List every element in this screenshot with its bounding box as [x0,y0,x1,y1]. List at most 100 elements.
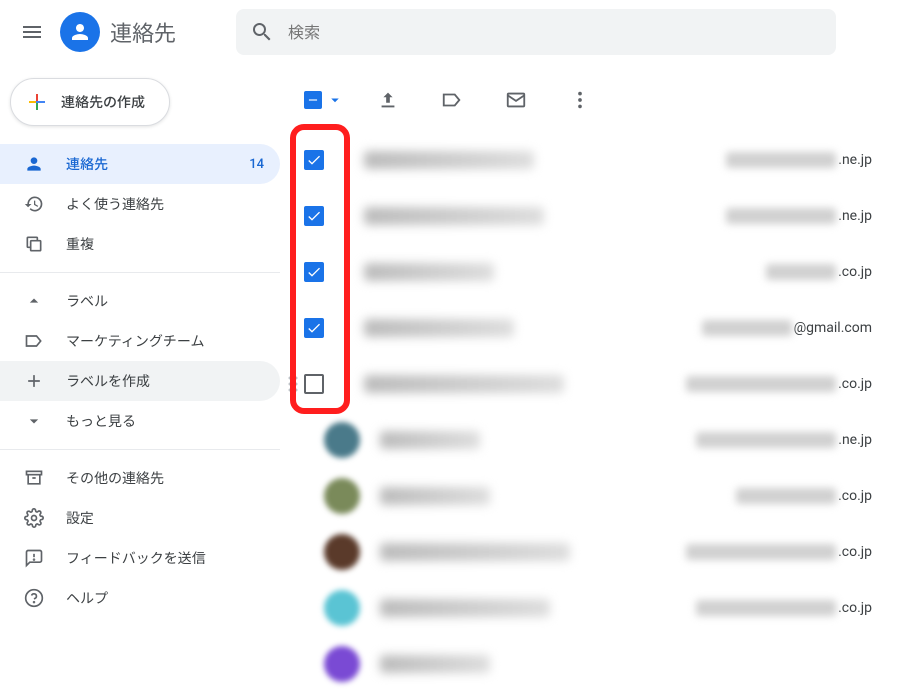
export-button[interactable] [368,80,408,120]
gear-icon [24,508,44,528]
email-prefix-blurred [686,544,836,560]
sidebar-item[interactable]: よく使う連絡先 [0,184,280,224]
sidebar-item[interactable]: マーケティングチーム [0,321,280,361]
contact-name-blurred [380,543,570,561]
contact-name-blurred [364,375,564,393]
contact-email: .ne.jp [696,432,872,448]
create-contact-button[interactable]: 連絡先の作成 [10,78,170,126]
contact-email: .co.jp [686,376,872,392]
search-bar[interactable] [236,9,836,55]
sidebar-item[interactable]: 連絡先 14 [0,144,280,184]
email-domain: .ne.jp [838,208,872,224]
contact-name-blurred [364,319,514,337]
more-menu-button[interactable] [560,80,600,120]
contact-row[interactable]: .ne.jp [280,188,912,244]
label-icon [24,331,44,351]
sidebar-item[interactable]: ラベルを作成 [0,361,280,401]
app-title: 連絡先 [110,16,176,48]
contact-row[interactable]: .co.jp [280,356,912,412]
chevron-down-icon [24,411,44,431]
sidebar: 連絡先の作成 連絡先 14 よく使う連絡先 重複 ラベル マーケティングチーム … [0,64,280,692]
contact-email: .co.jp [736,488,872,504]
search-icon [250,20,274,44]
contact-name-blurred [380,487,490,505]
email-prefix-blurred [726,208,836,224]
email-domain: .co.jp [838,488,872,504]
divider [0,272,280,273]
contact-checkbox[interactable] [304,318,324,338]
drag-handle-icon[interactable] [288,376,300,392]
email-prefix-blurred [696,600,836,616]
divider [0,449,280,450]
contact-email: .co.jp [686,544,872,560]
email-prefix-blurred [736,488,836,504]
archive-icon [24,468,44,488]
chevron-up-icon [24,291,44,311]
contact-email: .ne.jp [726,208,872,224]
create-contact-label: 連絡先の作成 [61,92,145,112]
contact-checkbox[interactable] [304,150,324,170]
contact-row[interactable]: .ne.jp [280,132,912,188]
email-button[interactable] [496,80,536,120]
contact-checkbox[interactable] [304,262,324,282]
contact-avatar[interactable] [324,422,360,458]
contact-row[interactable]: @gmail.com [280,300,912,356]
contact-avatar[interactable] [324,646,360,682]
contact-name-blurred [364,207,544,225]
label-button[interactable] [432,80,472,120]
main: 連絡先の作成 連絡先 14 よく使う連絡先 重複 ラベル マーケティングチーム … [0,64,912,692]
app-logo [60,12,100,52]
contact-row[interactable]: .ne.jp [280,412,912,468]
contact-checkbox[interactable] [304,374,324,394]
plus-icon [24,371,44,391]
contact-row[interactable]: .co.jp [280,244,912,300]
contact-name-blurred [380,431,480,449]
email-domain: @gmail.com [794,320,872,336]
contact-row[interactable] [280,636,912,692]
sidebar-item[interactable]: ヘルプ [0,578,280,618]
contact-name-blurred [364,263,494,281]
select-all-dropdown[interactable] [304,91,344,109]
sidebar-labels-header[interactable]: ラベル [0,281,280,321]
sidebar-item[interactable]: 重複 [0,224,280,264]
sidebar-item[interactable]: 設定 [0,498,280,538]
contact-avatar[interactable] [324,590,360,626]
sidebar-item[interactable]: フィードバックを送信 [0,538,280,578]
contact-email: .ne.jp [726,152,872,168]
contact-name-blurred [380,655,490,673]
feedback-icon [24,548,44,568]
plus-multicolor-icon [25,90,49,114]
hamburger-menu-icon[interactable] [8,8,56,56]
dropdown-arrow-icon [326,91,344,109]
contact-row[interactable]: .co.jp [280,580,912,636]
contact-name-blurred [380,599,550,617]
contact-checkbox[interactable] [304,206,324,226]
search-input[interactable] [288,23,822,42]
header: 連絡先 [0,0,912,64]
email-domain: .ne.jp [838,432,872,448]
contact-list: .ne.jp .ne.jp .co.jp @gmail.com [280,132,912,692]
contact-avatar[interactable] [324,534,360,570]
contact-email: .co.jp [696,600,872,616]
content: .ne.jp .ne.jp .co.jp @gmail.com [280,64,912,692]
contact-email: @gmail.com [702,320,872,336]
contact-email: .co.jp [766,264,872,280]
contact-avatar[interactable] [324,478,360,514]
email-domain: .ne.jp [838,152,872,168]
contact-row[interactable]: .co.jp [280,524,912,580]
email-prefix-blurred [696,432,836,448]
sidebar-more[interactable]: もっと見る [0,401,280,441]
help-icon [24,588,44,608]
copy-icon [24,234,44,254]
contact-name-blurred [364,151,534,169]
select-indeterminate-icon [304,91,322,109]
email-domain: .co.jp [838,264,872,280]
sidebar-item[interactable]: その他の連絡先 [0,458,280,498]
email-prefix-blurred [686,376,836,392]
person-icon [24,154,44,174]
email-domain: .co.jp [838,376,872,392]
email-prefix-blurred [702,320,792,336]
history-icon [24,194,44,214]
email-prefix-blurred [766,264,836,280]
contact-row[interactable]: .co.jp [280,468,912,524]
